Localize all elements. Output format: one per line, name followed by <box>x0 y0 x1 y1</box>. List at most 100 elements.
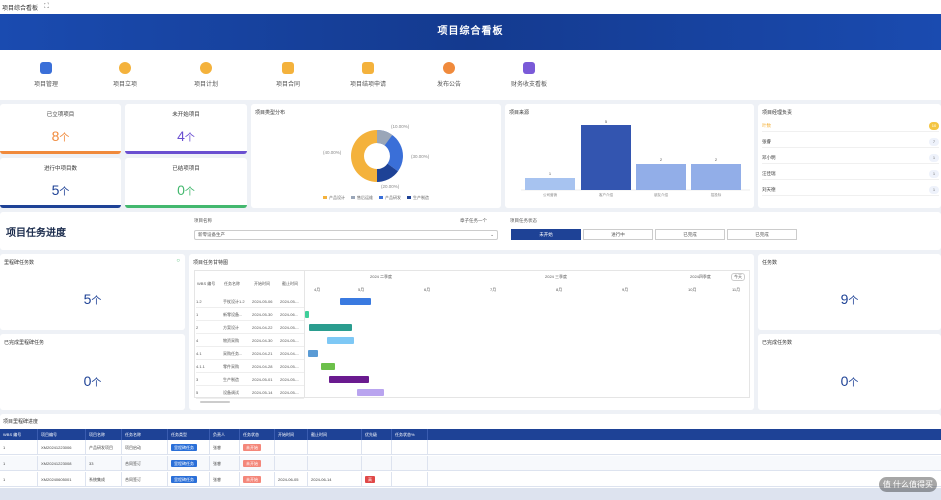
manager-row[interactable]: 张睿 7 <box>762 136 939 148</box>
fullscreen-icon[interactable]: ⛶ <box>44 3 49 11</box>
table-row[interactable]: 1 XM20241223006 产品研发项目 项目启动 里程碑任务 张睿 未开始 <box>0 440 941 455</box>
gantt-quarter: 2024四季度 <box>690 274 711 279</box>
nav-project-approval[interactable]: 项目立项 <box>85 62 165 88</box>
gantt-bar[interactable] <box>321 363 335 370</box>
pie-label-right: (30.00%) <box>411 154 430 159</box>
svg-text:公司营销: 公司营销 <box>543 192 557 197</box>
task-count-card: 任务数 9个 <box>758 254 941 330</box>
stat-approved-projects: 已立项项目 8个 <box>0 104 121 154</box>
tab-bar: 项目综合看板 ⛶ <box>0 0 941 14</box>
stat-accent-bar <box>125 205 247 208</box>
svg-text:1: 1 <box>549 171 552 176</box>
nav-publish-notice[interactable]: 发布公告 <box>409 62 489 88</box>
gantt-bar[interactable] <box>305 311 309 318</box>
milestone-count-card: 里程碑任务数 5个 ○ <box>0 254 185 330</box>
gantt-divider <box>304 270 305 398</box>
project-type-card: 项目类型分布 (10.00%) (40.00%) (30.00%) (20.00… <box>251 104 501 208</box>
legend-manufacture: 生产制造 <box>413 194 429 200</box>
nav-project-manage[interactable]: 项目管理 <box>6 62 86 88</box>
gantt-bar[interactable] <box>308 350 318 357</box>
manager-row[interactable]: 刘天德 1 <box>762 184 939 196</box>
table-row[interactable]: 1 XM20240605001 系统集成 合同签订 里程碑任务 张睿 未开始 2… <box>0 472 941 487</box>
project-name-select[interactable]: 新零设备生产 ⌄ <box>194 230 498 240</box>
type-tag: 里程碑任务 <box>171 444 197 451</box>
plan-icon <box>200 62 212 74</box>
gantt-quarter: 2024 三季度 <box>545 274 568 279</box>
stat-accent-bar <box>125 151 247 154</box>
priority-tag: 高 <box>365 476 375 483</box>
nav-finance-board[interactable]: 财务收支看板 <box>489 62 569 88</box>
pie-label-top: (10.00%) <box>391 124 410 129</box>
project-source-bar-chart: 1 5 2 2 公司营销 客户介绍 朋友介绍 招投标 <box>521 119 750 197</box>
gantt-col-wbs: WBS 编号 <box>197 281 216 286</box>
finance-icon <box>523 62 535 74</box>
card-title: 项目经理负责 <box>762 110 793 116</box>
type-tag: 里程碑任务 <box>171 476 197 483</box>
manager-row[interactable]: 汪佳瑞 1 <box>762 168 939 180</box>
filter-label-status: 项目任务状态 <box>510 218 537 223</box>
stat-accent-bar <box>0 151 121 154</box>
gantt-row[interactable]: 4 物资采购 2024-04-30 2024-05-... <box>196 335 304 347</box>
gantt-row[interactable]: 1 新零设备... 2024-05-30 2024-06... <box>196 309 304 321</box>
status-option-in-progress[interactable]: 进行中 <box>583 229 653 240</box>
gantt-col-start: 开始时间 <box>254 281 270 286</box>
manager-row[interactable]: 邓小明 1 <box>762 152 939 164</box>
project-type-donut: (10.00%) (40.00%) (30.00%) (20.00%) 产品设计… <box>323 124 430 200</box>
nav-project-plan[interactable]: 项目计划 <box>166 62 246 88</box>
gantt-scrollbar[interactable] <box>200 401 230 403</box>
status-tag: 未开始 <box>243 444 261 451</box>
gantt-bar[interactable] <box>327 337 354 344</box>
status-tag: 未开始 <box>243 476 261 483</box>
bar-4 <box>691 164 741 190</box>
svg-text:招投标: 招投标 <box>711 192 722 197</box>
status-tag: 未开始 <box>243 460 261 467</box>
gantt-row[interactable]: 3 生产制造 2024-05-01 2024-05-... <box>196 374 304 386</box>
tab-title[interactable]: 项目综合看板 <box>2 3 38 12</box>
pie-label-bottom: (20.00%) <box>381 184 400 189</box>
gantt-bar[interactable] <box>357 389 384 396</box>
nav-project-contract[interactable]: 项目合同 <box>248 62 328 88</box>
refresh-icon[interactable]: ○ <box>176 258 180 264</box>
filter-label-name: 项目名称 <box>194 218 212 223</box>
bar-2 <box>581 125 631 190</box>
gantt-row[interactable]: 1.2 手杖设计1.2 2024-05-06 2024-05-... <box>196 296 304 308</box>
closing-icon <box>362 62 374 74</box>
gantt-row[interactable]: 2 方案设计 2024-04-22 2024-05-... <box>196 322 304 334</box>
watermark: 值 什么值得买 <box>878 477 937 492</box>
quick-nav: 项目管理 项目立项 项目计划 项目合同 项目结项申请 发布公告 财务收支看板 <box>0 50 941 100</box>
svg-text:5: 5 <box>605 119 608 124</box>
pie-slice-design <box>351 130 377 182</box>
gantt-bar[interactable] <box>340 298 371 305</box>
stat-value: 4 <box>177 128 185 144</box>
table-title: 项目里程碑进度 <box>3 419 39 425</box>
gantt-row[interactable]: 5 设备调试 2024-05-14 2024-05-... <box>196 387 304 399</box>
project-icon <box>40 62 52 74</box>
gantt-col-end: 截止时间 <box>282 281 298 286</box>
section-title: 项目任务进度 <box>6 228 66 239</box>
legend-ops: 售后运维 <box>357 194 373 200</box>
gantt-bar[interactable] <box>309 324 352 331</box>
table-row[interactable]: 1 XM20241223008 33 合同签订 里程碑任务 张睿 未开始 <box>0 456 941 471</box>
pie-label-left: (40.00%) <box>323 150 342 155</box>
svg-text:2: 2 <box>660 157 663 162</box>
gantt-bar[interactable] <box>329 376 369 383</box>
gantt-row[interactable]: 4.1.1 零件采购 2024-04-28 2024-05-... <box>196 361 304 373</box>
done-milestone-card: 已完成里程碑任务 0个 <box>0 334 185 410</box>
gantt-today-button[interactable]: 今天 <box>731 273 745 281</box>
status-option-done[interactable]: 已完成 <box>655 229 725 240</box>
stat-in-progress-projects: 进行中项目数 5个 <box>0 158 121 208</box>
notice-icon <box>443 62 455 74</box>
stat-value: 0 <box>177 182 185 198</box>
gantt-row[interactable]: 4.1 采购任务... 2024-04-21 2024-04-... <box>196 348 304 360</box>
bar-3 <box>636 164 686 190</box>
table-header: WBS 编号 项目编号 项目名称 任务名称 任务类型 负责人 任务状态 开始时间… <box>0 429 941 440</box>
status-option-completed[interactable]: 已完成 <box>727 229 797 240</box>
status-option-not-started[interactable]: 未开始 <box>511 229 581 240</box>
manager-row[interactable]: 叶数 10 <box>762 120 939 132</box>
svg-text:客户介绍: 客户介绍 <box>599 192 613 197</box>
manager-card: 项目经理负责 叶数 10 张睿 7 邓小明 1 汪佳瑞 1 刘天德 1 <box>758 104 941 208</box>
sort-label[interactable]: 章子任务一个 <box>460 218 487 224</box>
page-title: 项目综合看板 <box>0 14 941 50</box>
nav-project-closing[interactable]: 项目结项申请 <box>328 62 408 88</box>
stat-not-started-projects: 未开始项目 4个 <box>125 104 247 154</box>
